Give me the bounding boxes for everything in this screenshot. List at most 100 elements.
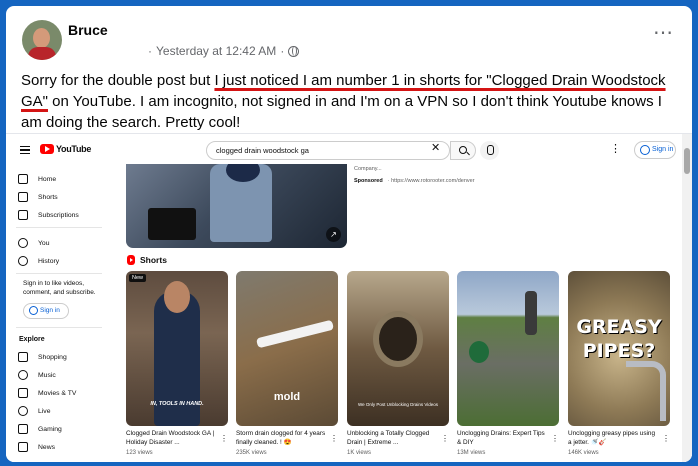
sidebar-item-label: Movies & TV bbox=[38, 389, 77, 397]
shorts-heading-label: Shorts bbox=[140, 255, 167, 265]
youtube-wordmark: YouTube bbox=[56, 144, 92, 154]
account-icon bbox=[29, 306, 38, 315]
sidebar-item-label: Subscriptions bbox=[38, 211, 79, 219]
short-menu-icon[interactable]: ⋮ bbox=[220, 434, 228, 443]
short-views: 1K views bbox=[347, 450, 372, 456]
sidebar-item-label: News bbox=[38, 443, 55, 451]
short-views: 123 views bbox=[126, 450, 153, 456]
shorts-icon bbox=[127, 255, 135, 265]
sidebar-item-news[interactable]: News bbox=[18, 440, 55, 454]
thumbnail-caption: We Only Post Unblocking Drains Videos bbox=[357, 402, 439, 407]
youtube-screenshot[interactable]: YouTube clogged drain woodstock ga ✕ ⋮ S… bbox=[6, 133, 692, 462]
youtube-logo[interactable]: YouTube bbox=[40, 144, 91, 154]
author-name[interactable]: Bruce bbox=[68, 22, 108, 38]
shorts-heading: Shorts bbox=[127, 255, 167, 265]
avatar-shirt bbox=[28, 47, 56, 60]
header-sign-in-button[interactable]: Sign in bbox=[634, 141, 676, 159]
youtube-play-icon bbox=[40, 144, 54, 154]
pipes-shape bbox=[626, 361, 666, 421]
sidebar-sign-in-button[interactable]: Sign in bbox=[23, 303, 69, 319]
sidebar-item-movies[interactable]: Movies & TV bbox=[18, 386, 76, 400]
post-meta: · Yesterday at 12:42 AM · bbox=[148, 44, 300, 58]
sidebar-item-history[interactable]: History bbox=[18, 254, 59, 268]
hose-reel bbox=[469, 341, 489, 363]
sidebar-item-label: Shopping bbox=[38, 353, 67, 361]
post-text-start: Sorry for the double post but bbox=[21, 72, 215, 89]
thumbnail-caption: mold bbox=[273, 391, 301, 403]
search-button[interactable] bbox=[450, 141, 476, 160]
thumbnail-caption: GREASY PIPES? bbox=[576, 316, 662, 362]
you-icon bbox=[18, 238, 28, 248]
thumbnail-caption: IN, TOOLS IN HAND. bbox=[150, 401, 204, 407]
settings-dots-icon[interactable]: ⋮ bbox=[610, 142, 621, 155]
sidebar-item-label: Home bbox=[38, 175, 57, 183]
post-timestamp[interactable]: Yesterday at 12:42 AM bbox=[156, 44, 276, 58]
sidebar-item-gaming[interactable]: Gaming bbox=[18, 422, 62, 436]
short-card[interactable]: Unclogging Drains: Expert Tips & DIY 13M… bbox=[457, 271, 559, 456]
news-icon bbox=[18, 442, 28, 452]
short-title[interactable]: Unclogging greasy pipes using a jetter. … bbox=[568, 430, 660, 448]
ad-thumbnail[interactable]: ↗ bbox=[126, 164, 347, 248]
sidebar-item-label: Music bbox=[38, 371, 56, 379]
meta-separator-2: · bbox=[280, 44, 285, 58]
sidebar-item-live[interactable]: Live bbox=[18, 404, 50, 418]
short-thumbnail[interactable] bbox=[457, 271, 559, 426]
short-card[interactable]: mold Storm drain clogged for 4 years fin… bbox=[236, 271, 338, 456]
scrollbar-thumb[interactable] bbox=[684, 148, 690, 174]
pipe-shape bbox=[255, 319, 335, 349]
short-title[interactable]: Unclogging Drains: Expert Tips & DIY bbox=[457, 430, 549, 448]
sidebar-item-label: Shorts bbox=[38, 193, 58, 201]
ad-toolbox bbox=[148, 208, 196, 240]
post-text-end: on YouTube. I am incognito, not signed i… bbox=[21, 93, 662, 131]
ad-url[interactable]: · https://www.rotorooter.com/denver bbox=[388, 178, 475, 184]
sidebar-item-subscriptions[interactable]: Subscriptions bbox=[18, 208, 79, 222]
short-title[interactable]: Storm drain clogged for 4 years finally … bbox=[236, 430, 328, 448]
search-input[interactable]: clogged drain woodstock ga bbox=[206, 141, 450, 160]
facebook-post-card: Bruce · Yesterday at 12:42 AM · ⋯ Sorry … bbox=[6, 6, 692, 462]
short-menu-icon[interactable]: ⋮ bbox=[662, 434, 670, 443]
avatar[interactable] bbox=[22, 20, 62, 60]
sidebar-item-shopping[interactable]: Shopping bbox=[18, 350, 67, 364]
sign-in-message: Sign in to like videos, comment, and sub… bbox=[23, 280, 96, 296]
ad-company: Company... bbox=[354, 166, 382, 172]
short-card[interactable]: We Only Post Unblocking Drains Videos Un… bbox=[347, 271, 449, 456]
short-menu-icon[interactable]: ⋮ bbox=[551, 434, 559, 443]
clear-search-icon[interactable]: ✕ bbox=[431, 141, 440, 154]
meta-separator: · bbox=[148, 44, 152, 58]
menu-icon[interactable] bbox=[20, 146, 30, 154]
short-thumbnail[interactable]: mold bbox=[236, 271, 338, 426]
account-icon bbox=[640, 145, 650, 155]
short-thumbnail[interactable]: GREASY PIPES? bbox=[568, 271, 670, 426]
short-views: 146K views bbox=[568, 450, 599, 456]
short-card[interactable]: GREASY PIPES? Unclogging greasy pipes us… bbox=[568, 271, 670, 456]
sidebar-divider bbox=[16, 327, 102, 328]
home-icon bbox=[18, 174, 28, 184]
sidebar-item-label: You bbox=[38, 239, 50, 247]
gaming-icon bbox=[18, 424, 28, 434]
sidebar-item-label: Gaming bbox=[38, 425, 62, 433]
short-thumbnail[interactable]: We Only Post Unblocking Drains Videos bbox=[347, 271, 449, 426]
open-link-icon[interactable]: ↗ bbox=[326, 227, 341, 242]
short-title[interactable]: Unblocking a Totally Clogged Drain | Ext… bbox=[347, 430, 439, 448]
sidebar-divider bbox=[16, 273, 102, 274]
sidebar-item-shorts[interactable]: Shorts bbox=[18, 190, 58, 204]
header-sign-in-label: Sign in bbox=[652, 146, 674, 153]
explore-heading: Explore bbox=[19, 336, 45, 343]
short-menu-icon[interactable]: ⋮ bbox=[330, 434, 338, 443]
sidebar-item-you[interactable]: You bbox=[18, 236, 49, 250]
short-thumbnail[interactable]: New IN, TOOLS IN HAND. bbox=[126, 271, 228, 426]
short-title[interactable]: Clogged Drain Woodstock GA | Holiday Dis… bbox=[126, 430, 218, 448]
short-card[interactable]: New IN, TOOLS IN HAND. Clogged Drain Woo… bbox=[126, 271, 228, 456]
new-badge: New bbox=[129, 274, 147, 282]
drain-hole bbox=[373, 311, 423, 367]
more-options-icon[interactable]: ⋯ bbox=[653, 23, 674, 43]
scrollbar[interactable] bbox=[682, 134, 692, 462]
search-icon bbox=[459, 146, 467, 154]
sidebar-item-home[interactable]: Home bbox=[18, 172, 56, 186]
short-menu-icon[interactable]: ⋮ bbox=[441, 434, 449, 443]
plumber-head bbox=[164, 281, 190, 313]
microphone-icon[interactable] bbox=[480, 141, 499, 160]
sidebar-item-music[interactable]: Music bbox=[18, 368, 56, 382]
sponsored-label: Sponsored bbox=[354, 178, 383, 184]
shorts-icon bbox=[18, 192, 28, 202]
